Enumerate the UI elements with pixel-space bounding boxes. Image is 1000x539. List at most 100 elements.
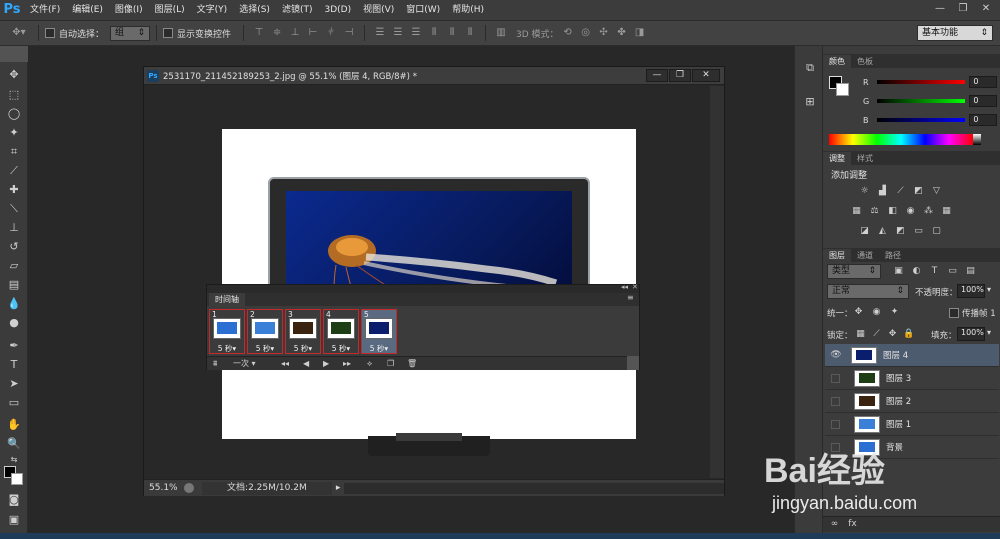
tab-color[interactable]: 颜色 (823, 55, 851, 68)
timeline-frame-5[interactable]: 5 5 秒▾ (361, 309, 397, 354)
layer-style-icon[interactable]: fx (847, 519, 858, 530)
menu-3d[interactable]: 3D(D) (318, 0, 357, 20)
clone-stamp-tool-icon[interactable]: ⊥ (5, 220, 23, 236)
3d-roll-icon[interactable]: ◎ (579, 27, 593, 39)
layer-filter-dropdown[interactable]: 类型 ⇕ (827, 264, 881, 279)
red-slider[interactable] (876, 80, 966, 84)
3d-rotate-icon[interactable]: ⟲ (561, 27, 575, 39)
rectangle-tool-icon[interactable]: ▭ (5, 395, 23, 411)
doc-minimize-button[interactable]: — (646, 69, 668, 82)
black-white-icon[interactable]: ◧ (887, 206, 898, 217)
align-bottom-icon[interactable]: ⊥ (288, 27, 302, 39)
menu-type[interactable]: 文字(Y) (191, 0, 234, 20)
gradient-tool-icon[interactable]: ▤ (5, 277, 23, 293)
tween-icon[interactable]: ⟡ (367, 358, 372, 369)
magic-wand-tool-icon[interactable]: ✦ (5, 125, 23, 141)
next-frame-icon[interactable]: ▸▸ (343, 358, 351, 369)
layer-name[interactable]: 图层 3 (886, 372, 911, 384)
panel-menu-icon[interactable]: ≡ (627, 293, 634, 302)
hue-saturation-icon[interactable]: ▦ (851, 206, 862, 217)
align-left-icon[interactable]: ⊢ (306, 27, 320, 39)
background-color-swatch[interactable] (11, 473, 23, 485)
pen-tool-icon[interactable]: ✒ (5, 338, 23, 354)
layer-name[interactable]: 图层 1 (886, 418, 911, 430)
history-panel-icon[interactable]: ⧉ (801, 60, 819, 76)
frame-delay[interactable]: 5 秒▾ (248, 343, 282, 354)
previous-frame-icon[interactable]: ◀ (303, 358, 309, 369)
auto-select-checkbox[interactable] (45, 28, 55, 38)
play-icon[interactable]: ▶ (323, 358, 329, 369)
frame-delay[interactable]: 5 秒▾ (286, 343, 320, 354)
align-vcenter-icon[interactable]: ≑ (270, 27, 284, 39)
app-close-button[interactable]: ✕ (978, 2, 994, 16)
loop-dropdown[interactable]: 一次 ▾ (233, 358, 256, 369)
menu-file[interactable]: 文件(F) (24, 0, 66, 20)
status-info-icon[interactable] (183, 483, 194, 493)
tab-paths[interactable]: 路径 (879, 249, 907, 262)
convert-timeline-icon[interactable]: ⩩ (213, 358, 217, 369)
propagate-frame-checkbox[interactable] (949, 308, 959, 318)
frame-delay[interactable]: 5 秒▾ (362, 343, 396, 354)
invert-icon[interactable]: ◪ (859, 226, 870, 237)
distribute-vcenter-icon[interactable]: ☰ (391, 27, 405, 39)
auto-align-icon[interactable]: ▥ (494, 27, 508, 39)
brightness-icon[interactable]: ☼ (859, 186, 870, 197)
close-panel-icon[interactable]: ✕ (632, 283, 638, 291)
timeline-frame-4[interactable]: 4 5 秒▾ (323, 309, 359, 354)
tab-layers[interactable]: 图层 (823, 249, 851, 262)
posterize-icon[interactable]: ◭ (877, 226, 888, 237)
blend-mode-dropdown[interactable]: 正常 ⇕ (827, 284, 909, 299)
distribute-left-icon[interactable]: ⦀ (427, 27, 441, 39)
color-lookup-icon[interactable]: ▦ (941, 206, 952, 217)
timeline-tab[interactable]: 时间轴 (209, 293, 245, 306)
path-selection-tool-icon[interactable]: ➤ (5, 376, 23, 392)
hand-tool-icon[interactable]: ✋ (5, 417, 23, 433)
unify-style-icon[interactable]: ✦ (889, 307, 900, 318)
color-spectrum-bar[interactable] (829, 134, 973, 145)
tab-adjustments[interactable]: 调整 (823, 152, 851, 165)
opacity-arrow-icon[interactable]: ▾ (987, 285, 991, 294)
marquee-tool-icon[interactable]: ⬚ (5, 87, 23, 103)
background-color-swatch[interactable] (836, 83, 849, 96)
layer-row[interactable]: 图层 3 (825, 367, 999, 390)
properties-panel-icon[interactable]: ⊞ (801, 94, 819, 110)
move-tool-preset-icon[interactable]: ✥▾ (8, 27, 30, 39)
zoom-level[interactable]: 55.1% (144, 483, 184, 493)
3d-pan-icon[interactable]: ✣ (597, 27, 611, 39)
filter-type-icon[interactable]: T (929, 266, 940, 277)
healing-brush-tool-icon[interactable]: ✚ (5, 182, 23, 198)
type-tool-icon[interactable]: T (5, 357, 23, 373)
levels-icon[interactable]: ▟ (877, 186, 888, 197)
first-frame-icon[interactable]: ◂◂ (281, 358, 289, 369)
blue-slider[interactable] (876, 118, 966, 122)
brush-tool-icon[interactable]: ⟍ (5, 201, 23, 217)
history-brush-tool-icon[interactable]: ↺ (5, 239, 23, 255)
align-top-icon[interactable]: ⊤ (252, 27, 266, 39)
vibrance-icon[interactable]: ▽ (931, 186, 942, 197)
layer-name[interactable]: 图层 4 (883, 349, 908, 361)
move-tool-icon[interactable]: ✥ (5, 67, 23, 83)
menu-image[interactable]: 图像(I) (109, 0, 149, 20)
blue-value[interactable]: 0 (969, 114, 997, 126)
3d-slide-icon[interactable]: ✤ (615, 27, 629, 39)
opacity-value[interactable]: 100% (957, 284, 985, 298)
visibility-toggle[interactable] (831, 373, 840, 383)
channel-mixer-icon[interactable]: ⁂ (923, 206, 934, 217)
align-hcenter-icon[interactable]: ⫩ (324, 27, 338, 39)
resize-grip[interactable] (627, 356, 639, 370)
duplicate-frame-icon[interactable]: ❐ (387, 358, 394, 369)
lasso-tool-icon[interactable]: ◯ (5, 106, 23, 122)
frame-delay[interactable]: 5 秒▾ (210, 343, 244, 354)
dodge-tool-icon[interactable]: ● (5, 315, 23, 331)
filter-adjustment-icon[interactable]: ◐ (911, 266, 922, 277)
frame-delay[interactable]: 5 秒▾ (324, 343, 358, 354)
timeline-frame-1[interactable]: 1 5 秒▾ (209, 309, 245, 354)
threshold-icon[interactable]: ◩ (895, 226, 906, 237)
menu-help[interactable]: 帮助(H) (446, 0, 490, 20)
collapse-icon[interactable]: ◂◂ (621, 283, 628, 291)
curves-icon[interactable]: ⟋ (895, 186, 906, 197)
filter-smart-object-icon[interactable]: ▤ (965, 266, 976, 277)
status-menu-arrow-icon[interactable]: ▸ (336, 483, 341, 493)
gradient-map-icon[interactable]: ▭ (913, 226, 924, 237)
visibility-toggle[interactable] (831, 419, 840, 429)
